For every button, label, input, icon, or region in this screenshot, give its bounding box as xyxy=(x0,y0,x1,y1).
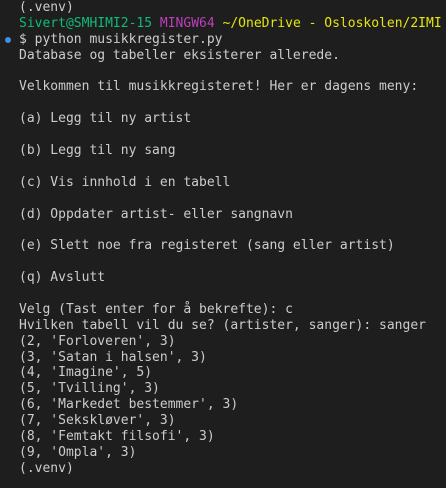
choice-prompt: Velg (Tast enter for å bekrefte): c xyxy=(19,301,293,317)
table-prompt: Hvilken tabell vil du se? (artister, san… xyxy=(19,317,426,333)
table-row: (6, 'Markedet bestemmer', 3) xyxy=(19,397,239,413)
venv-indicator-bottom: (.venv) xyxy=(19,460,74,476)
table-row: (3, 'Satan i halsen', 3) xyxy=(19,349,207,365)
menu-item-c: (c) Vis innhold i en tabell xyxy=(19,174,231,190)
table-row: (7, 'Sekskløver', 3) xyxy=(19,413,176,429)
prompt-user-host: Sivert@SMHIMI2-15 xyxy=(19,15,153,31)
menu-item-e: (e) Slett noe fra registeret (sang eller… xyxy=(19,238,395,254)
table-row: (9, 'Ompla', 3) xyxy=(19,444,137,460)
prompt-path: ~/OneDrive - Osloskolen/2IMI xyxy=(222,15,442,31)
menu-item-b: (b) Legg til ny sang xyxy=(19,143,176,159)
welcome-text: Velkommen til musikkregisteret! Her er d… xyxy=(19,79,419,95)
menu-item-d: (d) Oppdater artist- eller sangnavn xyxy=(19,206,293,222)
command-text: $ python musikkregister.py xyxy=(19,31,223,47)
menu-item-q: (q) Avslutt xyxy=(19,270,106,286)
table-row: (4, 'Imagine', 5) xyxy=(19,365,153,381)
table-row: (5, 'Tvilling', 3) xyxy=(19,381,160,397)
menu-item-a: (a) Legg til ny artist xyxy=(19,111,192,127)
terminal-output[interactable]: (.venv) Sivert@SMHIMI2-15 MINGW64 ~/OneD… xyxy=(0,0,446,488)
table-row: (8, 'Femtakt filsofi', 3) xyxy=(19,429,215,445)
command-decoration-dot-icon[interactable] xyxy=(5,36,11,43)
venv-indicator: (.venv) xyxy=(19,0,74,15)
db-status-text: Database og tabeller eksisterer allerede… xyxy=(19,47,340,63)
table-row: (2, 'Forloveren', 3) xyxy=(19,333,176,349)
prompt-shell: MINGW64 xyxy=(159,15,215,31)
command-line: $ python musikkregister.py xyxy=(0,32,446,48)
prompt-line: Sivert@SMHIMI2-15 MINGW64 ~/OneDrive - O… xyxy=(0,16,446,32)
